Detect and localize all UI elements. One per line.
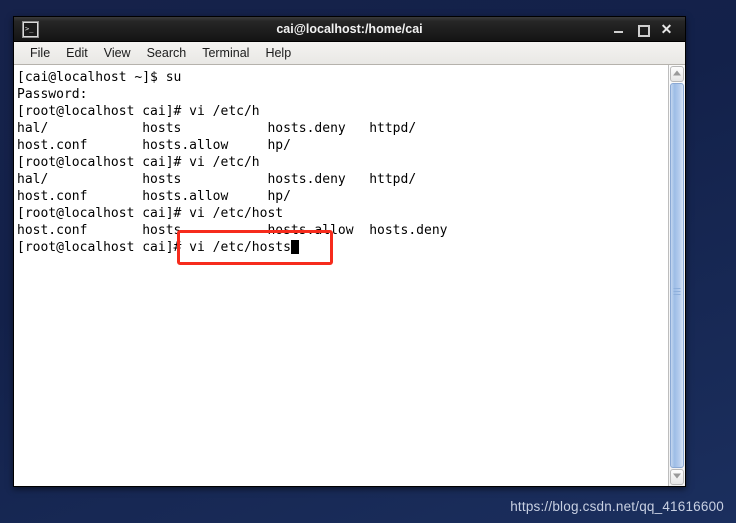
menu-item-edit[interactable]: Edit [58,45,96,61]
terminal-window: cai@localhost:/home/cai ✕ File Edit View… [13,16,686,487]
desktop-background: cai@localhost:/home/cai ✕ File Edit View… [0,0,736,523]
watermark: https://blog.csdn.net/qq_41616600 [510,499,724,514]
window-title: cai@localhost:/home/cai [276,22,423,36]
terminal-body: [cai@localhost ~]$ su Password: [root@lo… [14,65,685,486]
vertical-scrollbar[interactable] [668,65,685,486]
window-controls: ✕ [612,22,680,37]
minimize-button[interactable] [612,23,625,36]
menu-item-terminal[interactable]: Terminal [194,45,257,61]
menu-item-help[interactable]: Help [257,45,299,61]
menu-item-view[interactable]: View [96,45,139,61]
menu-item-search[interactable]: Search [139,45,195,61]
scroll-up-arrow-icon[interactable] [670,66,684,82]
terminal-icon [22,20,39,38]
scrollbar-thumb[interactable] [670,83,684,468]
terminal-cursor [290,240,299,254]
menu-bar: File Edit View Search Terminal Help [14,42,685,65]
maximize-button[interactable] [636,23,650,37]
terminal-screen[interactable]: [cai@localhost ~]$ su Password: [root@lo… [14,65,668,486]
terminal-output: [cai@localhost ~]$ su Password: [root@lo… [17,70,448,255]
scrollbar-track[interactable] [670,83,684,468]
title-bar[interactable]: cai@localhost:/home/cai ✕ [14,17,685,42]
scrollbar-grip-icon [673,288,681,296]
menu-item-file[interactable]: File [22,45,58,61]
close-icon[interactable]: ✕ [660,22,673,36]
scroll-down-arrow-icon[interactable] [670,469,684,485]
